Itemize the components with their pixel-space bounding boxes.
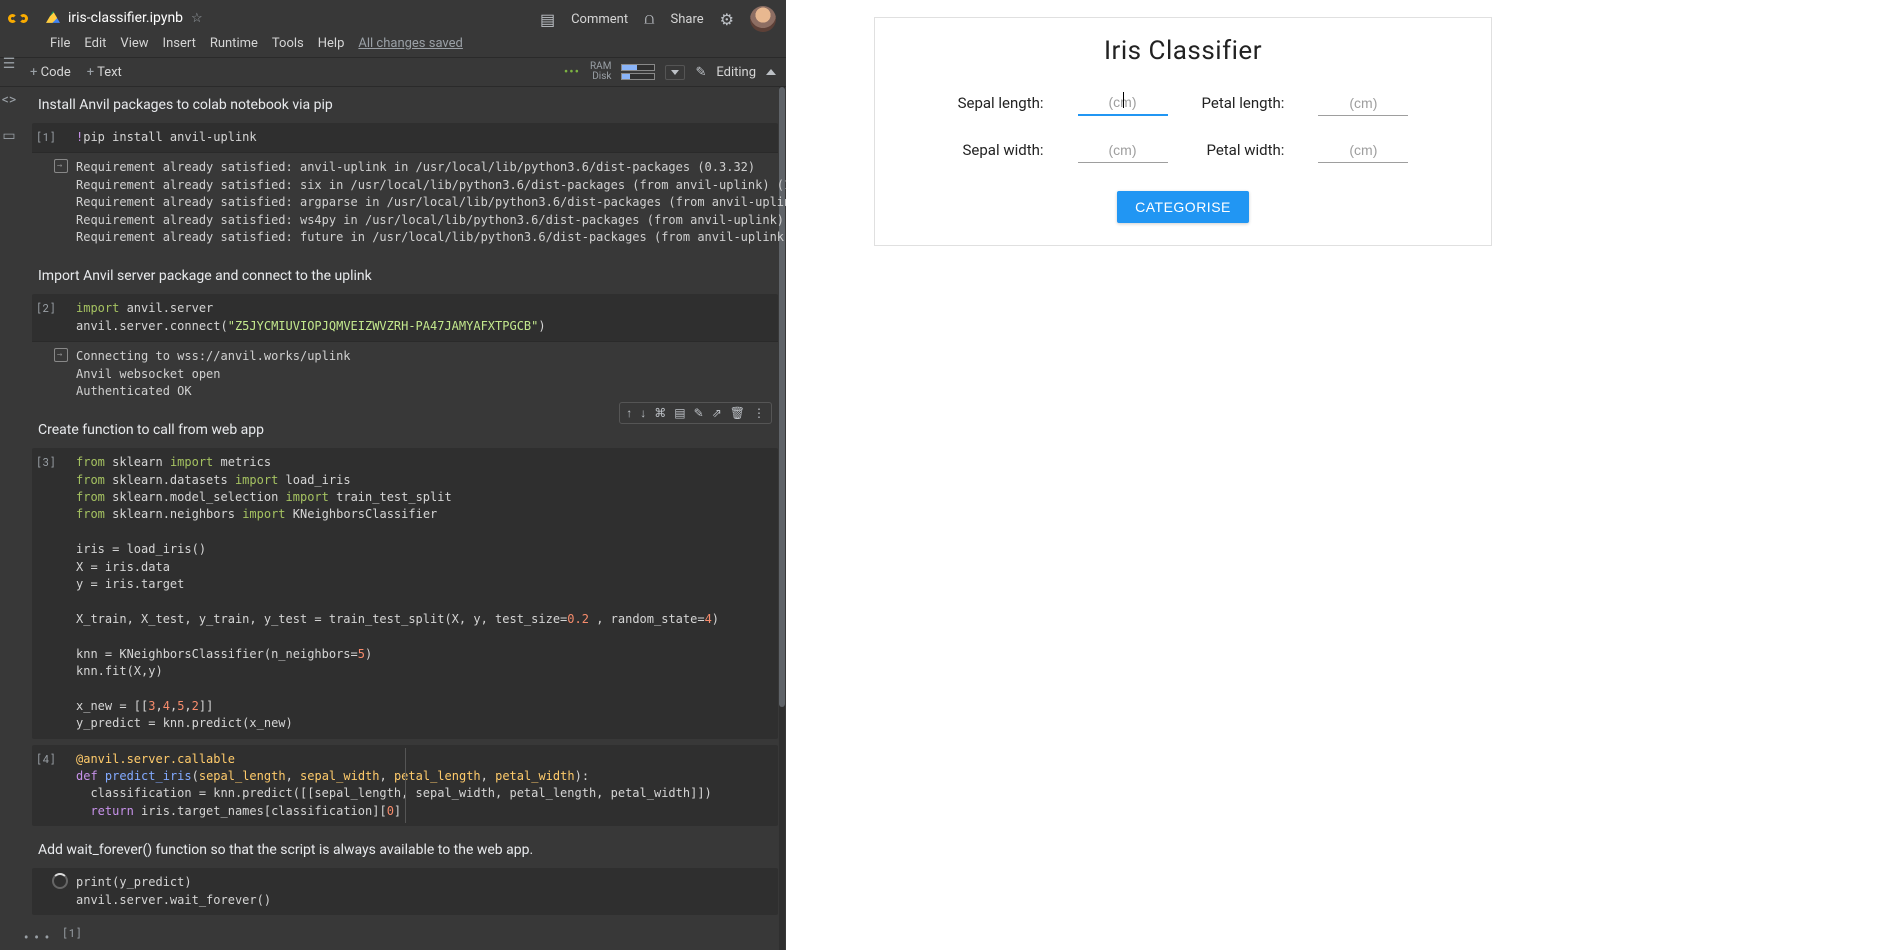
section-heading-3[interactable]: Create function to call from web app ↑ ↓… (18, 412, 778, 448)
menu-runtime[interactable]: Runtime (210, 36, 258, 51)
code-content[interactable]: !pip install anvil-uplink (32, 123, 778, 152)
mirror-icon[interactable]: ⇗ (712, 406, 722, 420)
files-icon[interactable]: ▭ (2, 128, 15, 144)
cell-output: Connecting to wss://anvil.works/uplink A… (32, 342, 778, 406)
toc-icon[interactable]: ☰ (3, 56, 16, 72)
connection-status-icon: ••• (564, 65, 580, 80)
drive-icon (46, 11, 60, 25)
resource-gauge[interactable] (621, 64, 655, 80)
move-down-icon[interactable]: ↓ (640, 406, 646, 420)
comment-cell-icon[interactable]: ▤ (674, 406, 685, 420)
share-button[interactable]: Share (671, 12, 704, 27)
sepal-length-input[interactable] (1078, 90, 1168, 116)
running-spinner-icon[interactable] (52, 873, 68, 889)
menu-edit[interactable]: Edit (84, 36, 106, 51)
code-cell-4[interactable]: [4] @anvil.server.callable def predict_i… (32, 745, 778, 827)
save-status[interactable]: All changes saved (358, 36, 463, 51)
edit-icon[interactable]: ✎ (694, 406, 704, 420)
delete-icon[interactable]: 🗑 (730, 406, 745, 420)
editing-mode-label[interactable]: Editing (716, 65, 756, 80)
execution-count: [1] (62, 925, 82, 940)
comment-icon[interactable]: ▤ (540, 10, 555, 29)
menu-help[interactable]: Help (318, 36, 345, 51)
cell-prompt: [4] (36, 751, 56, 766)
sepal-length-label: Sepal length: (958, 94, 1044, 116)
output-expand-icon[interactable] (54, 348, 68, 362)
cell-prompt: [2] (36, 300, 56, 315)
resource-dropdown[interactable] (665, 65, 685, 80)
menu-view[interactable]: View (120, 36, 148, 51)
petal-width-input[interactable] (1318, 138, 1408, 163)
code-cell-1[interactable]: [1] !pip install anvil-uplink Requiremen… (32, 123, 778, 252)
sepal-width-input[interactable] (1078, 138, 1168, 163)
code-cell-5[interactable]: print(y_predict) anvil.server.wait_forev… (32, 868, 778, 915)
petal-length-input[interactable] (1318, 91, 1408, 116)
code-cell-3[interactable]: [3] from sklearn import metrics from skl… (32, 448, 778, 738)
avatar[interactable] (750, 6, 776, 32)
section-heading-2[interactable]: Import Anvil server package and connect … (18, 258, 778, 294)
section-heading-4[interactable]: Add wait_forever() function so that the … (18, 832, 778, 868)
ram-disk-label: RAM Disk (590, 62, 611, 82)
more-icon[interactable]: ⋮ (753, 406, 765, 420)
app-title: Iris Classifier (905, 36, 1461, 66)
star-icon[interactable]: ☆ (191, 11, 203, 26)
petal-length-label: Petal length: (1202, 94, 1285, 116)
code-cell-2[interactable]: [2] import anvil.server anvil.server.con… (32, 294, 778, 406)
cell-output: Requirement already satisfied: anvil-upl… (32, 153, 778, 252)
comment-button[interactable]: Comment (571, 12, 628, 27)
sepal-width-label: Sepal width: (958, 141, 1044, 163)
cell-toolbar: ↑ ↓ ⌘ ▤ ✎ ⇗ 🗑 ⋮ (619, 402, 772, 424)
output-expand-icon[interactable] (54, 159, 68, 173)
editing-mode-icon[interactable]: ✎ (695, 65, 706, 80)
section-heading-1[interactable]: Install Anvil packages to colab notebook… (18, 87, 778, 123)
link-icon[interactable]: ⌘ (654, 406, 666, 420)
app-card: Iris Classifier Sepal length: Petal leng… (874, 17, 1492, 246)
notebook-name[interactable]: iris-classifier.ipynb (68, 10, 183, 26)
settings-icon[interactable]: ⚙ (720, 10, 734, 29)
add-code-button[interactable]: Code (30, 65, 71, 80)
code-content[interactable]: print(y_predict) anvil.server.wait_forev… (32, 868, 778, 915)
share-icon[interactable]: ⩍ (644, 9, 654, 29)
cell-prompt: [3] (36, 454, 56, 469)
menu-file[interactable]: File (50, 36, 70, 51)
find-icon[interactable]: <> (2, 92, 16, 108)
move-up-icon[interactable]: ↑ (626, 406, 632, 420)
more-actions-icon[interactable]: ••• (22, 927, 53, 946)
add-text-button[interactable]: Text (87, 65, 122, 80)
categorise-button[interactable]: CATEGORISE (1117, 191, 1249, 223)
colab-logo (8, 9, 38, 27)
code-content[interactable]: import anvil.server anvil.server.connect… (32, 294, 778, 341)
code-content[interactable]: from sklearn import metrics from sklearn… (32, 448, 778, 738)
cell-prompt: [1] (36, 129, 56, 144)
collapse-header-icon[interactable] (766, 69, 776, 75)
menu-bar: File Edit View Insert Runtime Tools Help… (8, 34, 778, 57)
cell-divider[interactable] (405, 748, 406, 824)
menu-insert[interactable]: Insert (163, 36, 196, 51)
petal-width-label: Petal width: (1202, 141, 1285, 163)
menu-tools[interactable]: Tools (272, 36, 304, 51)
